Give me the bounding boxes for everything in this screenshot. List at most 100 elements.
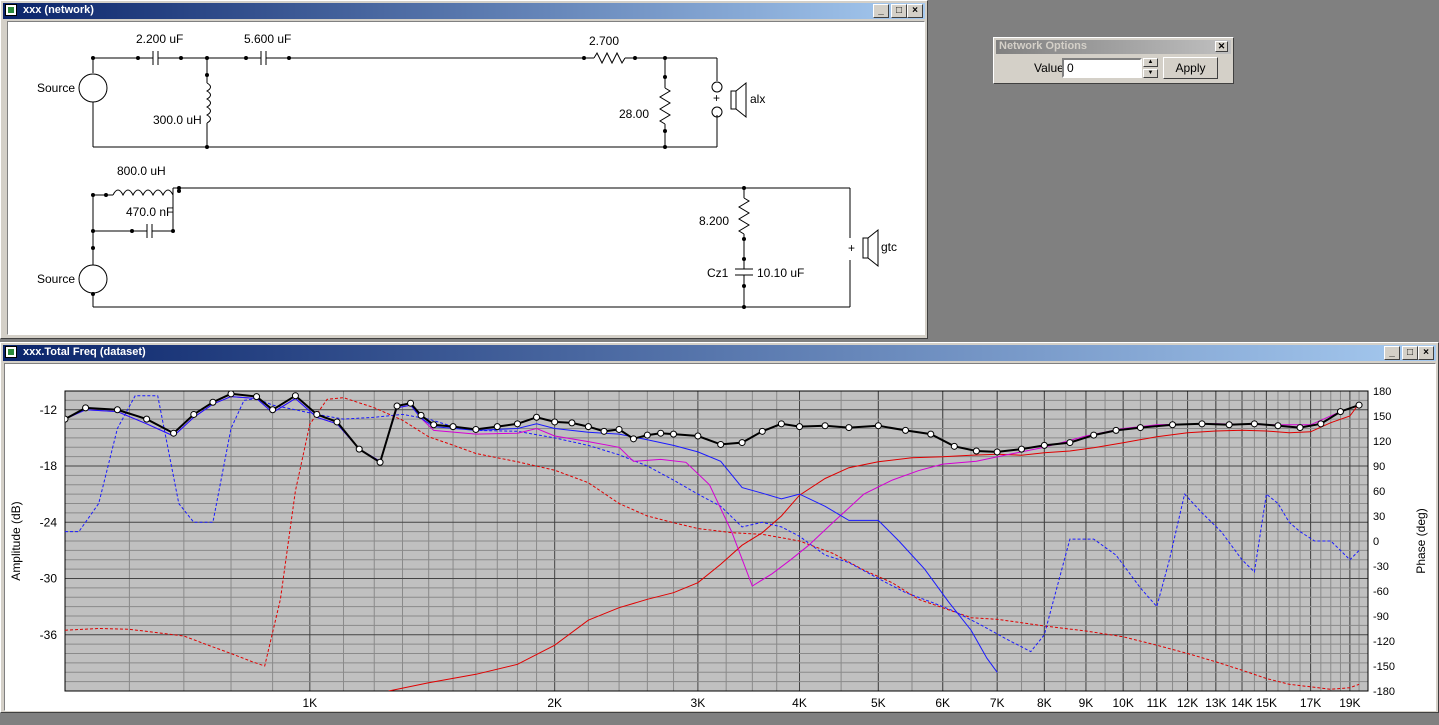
x-tick-label: 11K — [1147, 696, 1167, 710]
value-spinner[interactable]: ▲ ▼ — [1143, 58, 1158, 78]
freq-window-titlebar[interactable]: xxx.Total Freq (dataset) _ □ × — [3, 345, 1436, 361]
series-marker — [209, 398, 217, 406]
source-1-label: Source — [37, 81, 75, 95]
close-icon[interactable]: ✕ — [1215, 41, 1228, 52]
series-marker — [291, 392, 299, 400]
series-marker — [927, 430, 935, 438]
inductor-800uh-label: 800.0 uH — [117, 164, 166, 178]
series-marker — [657, 429, 665, 437]
series-marker — [629, 435, 637, 443]
y2-tick-label: -120 — [1373, 636, 1395, 648]
series-marker — [902, 426, 910, 434]
cap-470nf-label: 470.0 nF — [126, 205, 173, 219]
series-marker — [738, 439, 746, 447]
series-marker — [1018, 445, 1026, 453]
x-tick-label: 2K — [547, 696, 562, 710]
cap-2.2uf-label: 2.200 uF — [136, 32, 183, 46]
x-tick-label: 3K — [691, 696, 706, 710]
spin-up-icon[interactable]: ▲ — [1143, 58, 1158, 67]
y2-axis-label: Phase (deg) — [1414, 508, 1428, 573]
y2-tick-label: 150 — [1373, 411, 1391, 423]
source-2-label: Source — [37, 272, 75, 286]
series-marker — [600, 427, 608, 435]
y2-tick-label: -150 — [1373, 661, 1395, 673]
app-icon[interactable] — [5, 346, 17, 358]
x-tick-label: 8K — [1037, 696, 1052, 710]
series-marker — [190, 410, 198, 418]
app-icon[interactable] — [5, 4, 17, 16]
y-axis-label: Amplitude (dB) — [9, 501, 23, 580]
schematic: 2.200 uF 5.600 uF 300.0 uH 2.700 28.00 a… — [37, 32, 897, 309]
frequency-chart[interactable]: 1K 2K 3K 4K 5K 6K 7K 8K 9K 10K 11K 12K 13K 14K 15K 17K 1… — [5, 364, 1435, 725]
series-marker — [1355, 401, 1363, 409]
network-canvas[interactable]: 2.200 uF 5.600 uF 300.0 uH 2.700 28.00 a… — [7, 21, 925, 335]
series-marker — [407, 399, 415, 407]
series-marker — [694, 432, 702, 440]
series-marker — [643, 431, 651, 439]
y2-tick-label: 180 — [1373, 386, 1391, 398]
close-button[interactable]: × — [907, 4, 923, 18]
network-window-title: xxx (network) — [23, 4, 94, 16]
spin-down-icon[interactable]: ▼ — [1143, 69, 1158, 78]
series-marker — [393, 402, 401, 410]
network-options-titlebar[interactable]: Network Options ✕ — [996, 40, 1231, 54]
series-marker — [568, 419, 576, 427]
x-tick-label: 19K — [1339, 696, 1360, 710]
y-tick-label: -12 — [40, 403, 58, 417]
speaker-alx-plus: + — [713, 91, 720, 105]
minimize-button[interactable]: _ — [1384, 346, 1400, 360]
x-tick-label: 10K — [1112, 696, 1133, 710]
series-marker — [1169, 421, 1177, 429]
series-marker — [1198, 420, 1206, 428]
series-marker — [472, 425, 480, 433]
series-marker — [584, 423, 592, 431]
series-marker — [533, 413, 541, 421]
series-marker — [493, 423, 501, 431]
series-marker — [993, 448, 1001, 456]
y-tick-label: -36 — [40, 628, 58, 642]
maximize-button[interactable]: □ — [891, 4, 907, 18]
cap-10.1uf-label: 10.10 uF — [757, 266, 804, 280]
cz1-label: Cz1 — [707, 266, 729, 280]
apply-button[interactable]: Apply — [1163, 57, 1218, 79]
x-tick-label: 15K — [1256, 696, 1277, 710]
x-tick-label: 4K — [792, 696, 807, 710]
y-tick-label: -24 — [40, 515, 58, 529]
speaker-gtc-label: gtc — [881, 240, 897, 254]
speaker-alx-label: alx — [750, 92, 765, 106]
value-input[interactable]: 0 — [1062, 58, 1142, 78]
series-marker — [972, 447, 980, 455]
series-marker — [253, 393, 261, 401]
y2-tick-label: 90 — [1373, 461, 1385, 473]
x-tick-label: 6K — [935, 696, 950, 710]
inductor-300uh-label: 300.0 uH — [153, 113, 202, 127]
x-tick-label: 1K — [302, 696, 317, 710]
freq-window-title: xxx.Total Freq (dataset) — [23, 346, 146, 358]
series-marker — [950, 442, 958, 450]
network-window-titlebar[interactable]: xxx (network) _ □ × — [3, 3, 925, 19]
resistor-28-label: 28.00 — [619, 107, 649, 121]
x-tick-label: 12K — [1177, 696, 1198, 710]
y2-tick-label: -180 — [1373, 686, 1395, 698]
chart-area[interactable]: 1K 2K 3K 4K 5K 6K 7K 8K 9K 10K 11K 12K 13K 14K 15K 17K 1… — [4, 363, 1436, 725]
y-tick-label: -30 — [40, 572, 58, 586]
close-button[interactable]: × — [1418, 346, 1434, 360]
series-marker — [65, 415, 69, 423]
series-marker — [1090, 431, 1098, 439]
series-marker — [1317, 420, 1325, 428]
series-marker — [874, 422, 882, 430]
x-tick-label: 13K — [1205, 696, 1226, 710]
series-marker — [143, 415, 151, 423]
series-marker — [1066, 439, 1074, 447]
series-marker — [513, 420, 521, 428]
series-marker — [821, 422, 829, 430]
series-marker — [113, 406, 121, 414]
x-tick-label: 7K — [990, 696, 1005, 710]
maximize-button[interactable]: □ — [1402, 346, 1418, 360]
value-label: Value — [1034, 61, 1064, 75]
series-marker — [758, 427, 766, 435]
series-marker — [417, 411, 425, 419]
y2-tick-label: 60 — [1373, 486, 1385, 498]
minimize-button[interactable]: _ — [873, 4, 889, 18]
x-tick-label: 5K — [871, 696, 886, 710]
